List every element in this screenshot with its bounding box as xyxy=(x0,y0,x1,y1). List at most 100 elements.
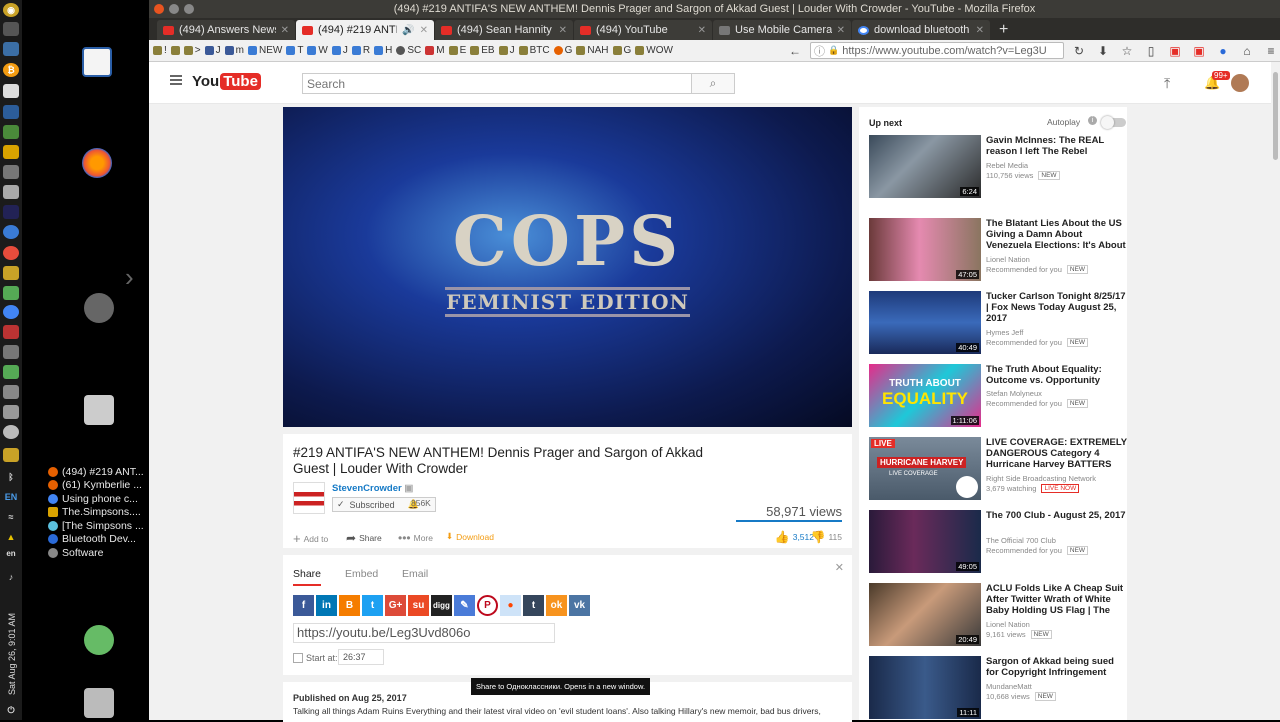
recommended-video[interactable]: 47:05 The Blatant Lies About the US Givi… xyxy=(869,218,1126,284)
search-button[interactable]: ⌕ xyxy=(691,73,735,94)
menu-icon[interactable]: ≡ xyxy=(1262,44,1280,58)
user-icon[interactable] xyxy=(84,625,114,655)
taskbar-item[interactable]: Using phone c... xyxy=(48,492,148,506)
app-icon[interactable] xyxy=(3,42,19,56)
app-icon[interactable] xyxy=(3,246,19,260)
vk-share-icon[interactable]: vk xyxy=(569,595,590,616)
video-thumbnail[interactable]: 6:24 xyxy=(869,135,981,198)
close-tab-icon[interactable]: ✕ xyxy=(420,25,428,36)
odnoklassniki-share-icon[interactable]: ok xyxy=(546,595,567,616)
close-icon[interactable]: ✕ xyxy=(835,561,844,574)
volume-icon[interactable]: ♪ xyxy=(3,570,19,584)
document-icon[interactable] xyxy=(3,84,19,98)
bookmark[interactable]: G xyxy=(553,45,572,56)
close-tab-icon[interactable]: ✕ xyxy=(281,25,289,36)
bookmark[interactable]: NAH xyxy=(576,45,609,56)
dislike-button[interactable]: 👎 115 xyxy=(810,530,842,544)
browser-icon[interactable] xyxy=(3,225,19,239)
blogger-share-icon[interactable]: B xyxy=(339,595,360,616)
autoplay-toggle[interactable] xyxy=(1101,116,1126,129)
app-icon[interactable] xyxy=(3,145,19,159)
bookmark[interactable] xyxy=(170,46,180,55)
close-tab-icon[interactable]: ✕ xyxy=(698,25,706,36)
tab-answers-news[interactable]: (494) Answers News –✕ xyxy=(157,20,295,40)
youtube-logo[interactable]: You Tube xyxy=(192,73,261,90)
back-button[interactable]: ← xyxy=(786,44,804,58)
tab-email[interactable]: Email xyxy=(402,568,428,580)
pinterest-share-icon[interactable]: P xyxy=(477,595,498,616)
tumblr-share-icon[interactable]: t xyxy=(523,595,544,616)
video-thumbnail[interactable]: 20:49 xyxy=(869,583,981,646)
bookmark[interactable]: M xyxy=(425,45,445,56)
bookmark[interactable]: BTC xyxy=(518,45,550,56)
digg-share-icon[interactable]: digg xyxy=(431,595,452,616)
bookmark[interactable]: W xyxy=(307,45,328,56)
account-avatar[interactable] xyxy=(1231,74,1249,92)
app-icon[interactable] xyxy=(3,266,19,280)
chrome-icon[interactable] xyxy=(3,305,19,319)
tab-active-video[interactable]: (494) #219 ANTIFA'S🔊✕ xyxy=(296,20,434,40)
app-icon[interactable] xyxy=(3,448,19,462)
upload-icon[interactable]: ⤒ xyxy=(1164,75,1170,92)
recommended-video[interactable]: 6:24 Gavin McInnes: The REAL reason I le… xyxy=(869,135,1124,201)
taskbar-item[interactable]: [The Simpsons ... xyxy=(48,519,148,533)
new-tab-button[interactable]: + xyxy=(991,20,1016,40)
start-at-checkbox[interactable] xyxy=(293,653,303,663)
scrollbar-thumb[interactable] xyxy=(1273,72,1278,160)
reload-button[interactable]: ↻ xyxy=(1070,44,1088,58)
app-icon[interactable] xyxy=(3,345,19,359)
tab-share[interactable]: Share xyxy=(293,568,322,586)
download-button[interactable]: ⬇ Download xyxy=(446,531,494,542)
bluetooth-icon[interactable]: ᛒ xyxy=(3,470,19,484)
more-button[interactable]: ••• More xyxy=(398,531,433,545)
bookmark[interactable]: E xyxy=(448,45,466,56)
keyboard-lang-icon[interactable]: EN xyxy=(3,490,19,504)
tab-sean-hannity[interactable]: (494) Sean Hannity 8/2✕ xyxy=(435,20,573,40)
window-titlebar[interactable]: (494) #219 ANTIFA'S NEW ANTHEM! Dennis P… xyxy=(149,0,1280,18)
app-icon[interactable] xyxy=(3,185,19,199)
app-icon[interactable] xyxy=(3,22,19,36)
bookmark[interactable]: T xyxy=(286,45,303,56)
bookmark-star-icon[interactable]: ☆ xyxy=(1118,44,1136,58)
taskbar-item[interactable]: (61) Kymberlie ... xyxy=(48,479,148,493)
bookmark[interactable]: > xyxy=(183,45,201,56)
recommended-video[interactable]: TRUTH ABOUT EQUALITY 1:11:06 The Truth A… xyxy=(869,364,1124,430)
bookmark[interactable]: H xyxy=(374,45,392,56)
power-icon[interactable]: ⏻ xyxy=(3,703,19,717)
app-icon[interactable] xyxy=(3,385,19,399)
tab-youtube[interactable]: (494) YouTube ✕ xyxy=(574,20,712,40)
stumbleupon-share-icon[interactable]: su xyxy=(408,595,429,616)
taskbar-item[interactable]: The.Simpsons.... xyxy=(48,506,148,520)
speaker-icon[interactable]: 🔊 xyxy=(402,25,414,36)
hamburger-menu-icon[interactable] xyxy=(170,75,182,85)
info-icon[interactable]: ⓘ xyxy=(814,43,825,59)
reddit-share-icon[interactable]: ● xyxy=(500,595,521,616)
search-input[interactable] xyxy=(302,73,692,94)
terminal-icon[interactable] xyxy=(3,205,19,219)
video-thumbnail[interactable]: TRUTH ABOUT EQUALITY 1:11:06 xyxy=(869,364,981,427)
youtube-ext-icon[interactable]: ▣ xyxy=(1166,44,1184,58)
app-icon[interactable] xyxy=(3,325,19,339)
start-time-field[interactable]: 26:37 xyxy=(338,649,384,665)
bitcoin-icon[interactable]: ₿ xyxy=(3,63,19,77)
download-icon[interactable]: ⬇ xyxy=(1094,44,1112,58)
recommended-video[interactable]: LIVE HURRICANE HARVEY LIVE COVERAGE LIVE… xyxy=(869,437,1127,503)
taskbar-item[interactable]: Bluetooth Dev... xyxy=(48,533,148,547)
extension-icon[interactable]: ● xyxy=(1214,44,1232,58)
app-icon[interactable] xyxy=(3,286,19,300)
close-tab-icon[interactable]: ✕ xyxy=(559,25,567,36)
channel-avatar[interactable] xyxy=(293,482,325,514)
firefox-icon[interactable] xyxy=(82,148,112,178)
recommended-video[interactable]: 11:11 Sargon of Akkad being sued for Cop… xyxy=(869,656,1124,722)
settings-icon[interactable] xyxy=(84,293,114,323)
bookmark[interactable]: J xyxy=(331,45,348,56)
linkedin-share-icon[interactable]: in xyxy=(316,595,337,616)
twitter-share-icon[interactable]: t xyxy=(362,595,383,616)
lang-label[interactable]: en xyxy=(3,546,19,560)
bookmark[interactable]: ! xyxy=(153,45,167,56)
close-tab-icon[interactable]: ✕ xyxy=(976,25,984,36)
livejournal-share-icon[interactable]: ✎ xyxy=(454,595,475,616)
url-bar[interactable]: ⓘ 🔒 https://www.youtube.com/watch?v=Leg3… xyxy=(810,42,1064,59)
like-button[interactable]: 👍 3,512 xyxy=(775,530,814,544)
taskbar-item[interactable]: Software xyxy=(48,546,148,560)
